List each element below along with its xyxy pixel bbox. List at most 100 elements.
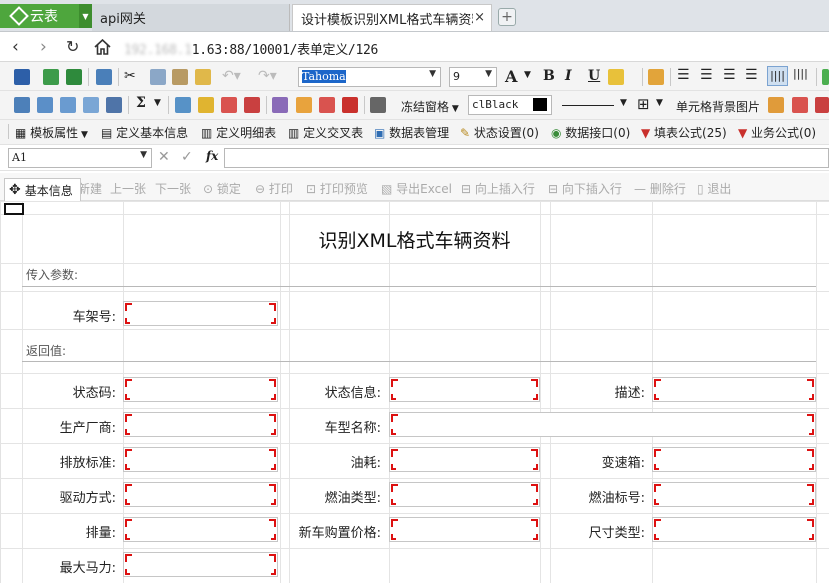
sum-icon[interactable]: Σ — [136, 95, 146, 111]
formula-input[interactable] — [224, 148, 829, 168]
define-cross-table-button[interactable]: ▥ 定义交叉表 — [288, 124, 363, 141]
copy-icon[interactable] — [150, 69, 166, 85]
chart-icon[interactable] — [296, 97, 312, 113]
new-car-price-input[interactable] — [389, 517, 540, 542]
align-left-icon[interactable]: ☰ — [677, 67, 690, 83]
forward-icon[interactable]: › — [40, 37, 47, 57]
font-color-icon[interactable]: A — [505, 67, 517, 86]
cut-icon[interactable]: ✂ — [124, 68, 136, 84]
freeze-panes-button[interactable]: 冻结窗格 ▼ — [401, 98, 459, 115]
chevron-down-icon[interactable]: ▼ — [154, 98, 161, 108]
barcode-icon[interactable]: |||| — [793, 67, 808, 80]
drive-type-input[interactable] — [123, 482, 278, 507]
image-icon[interactable] — [272, 97, 288, 113]
vin-input[interactable] — [123, 301, 278, 326]
clear-icon[interactable] — [221, 97, 237, 113]
prev-button[interactable]: 上一张 — [110, 180, 146, 197]
data-table-manage-button[interactable]: ▣ 数据表管理 — [374, 124, 449, 141]
template-props-button[interactable]: ▦ 模板属性 ▼ — [15, 124, 88, 141]
fuel-type-input[interactable] — [389, 482, 540, 507]
clear-bg-icon[interactable] — [792, 97, 808, 113]
chevron-down-icon[interactable]: ▼ — [79, 4, 92, 28]
tab-api-gateway[interactable]: api网关 — [92, 4, 290, 31]
selected-cell[interactable] — [4, 203, 24, 215]
fuel-consumption-input[interactable] — [389, 447, 540, 472]
align-right-icon[interactable]: ☰ — [723, 67, 736, 83]
merge-cells-icon[interactable] — [106, 97, 122, 113]
insert-row-below-button[interactable]: ⊟ 向下插入行 — [548, 180, 622, 197]
font-size-select[interactable]: 9 ▼ — [449, 67, 497, 87]
paste-icon[interactable] — [172, 69, 188, 85]
exit-design-icon[interactable] — [96, 69, 112, 85]
fill-formula-button[interactable]: ▼ 填表公式(25) — [641, 124, 727, 141]
special-icon[interactable] — [370, 97, 386, 113]
confirm-icon[interactable]: ✓ — [181, 149, 193, 165]
font-name-select[interactable]: Tahoma ▼ — [298, 67, 441, 87]
fuel-grade-input[interactable] — [652, 482, 816, 507]
delete-row-button[interactable]: — 删除行 — [634, 180, 686, 197]
more-icon[interactable] — [815, 97, 829, 113]
model-name-input[interactable] — [389, 412, 816, 437]
exit-button[interactable]: ▯ 退出 — [697, 180, 731, 197]
status-settings-button[interactable]: ✎ 状态设置(0) — [460, 124, 539, 141]
insert-icon[interactable] — [175, 97, 191, 113]
lock-icon[interactable] — [648, 69, 664, 85]
size-type-input[interactable] — [652, 517, 816, 542]
underline-icon[interactable]: U — [588, 68, 600, 84]
remove-icon[interactable] — [244, 97, 260, 113]
app-menu-button[interactable]: 云表 ▼ — [0, 4, 92, 28]
emission-input[interactable] — [123, 447, 278, 472]
data-interface-button[interactable]: ◉ 数据接口(0) — [551, 124, 630, 141]
redo-icon[interactable]: ↷▾ — [258, 68, 277, 84]
align-center-icon[interactable]: ☰ — [700, 67, 713, 83]
cell-reference-select[interactable]: A1 ▼ — [8, 148, 152, 168]
define-detail-table-button[interactable]: ▥ 定义明细表 — [201, 124, 276, 141]
status-code-input[interactable] — [123, 377, 278, 402]
gearbox-input[interactable] — [652, 447, 816, 472]
define-basic-info-button[interactable]: ▤ 定义基本信息 — [101, 124, 188, 141]
chevron-down-icon[interactable]: ▼ — [620, 98, 627, 108]
insert-row-above-button[interactable]: ⊟ 向上插入行 — [461, 180, 535, 197]
delete-icon[interactable] — [198, 97, 214, 113]
new-tab-button[interactable]: + — [498, 8, 516, 26]
insert-column-icon[interactable] — [60, 97, 76, 113]
border-icon[interactable]: ⊞ — [637, 95, 650, 113]
import-icon[interactable] — [43, 69, 59, 85]
back-icon[interactable]: ‹ — [12, 37, 19, 57]
max-horsepower-input[interactable] — [123, 552, 278, 577]
picture-icon[interactable] — [319, 97, 335, 113]
bold-icon[interactable]: B — [543, 68, 555, 84]
print-preview-button[interactable]: ⊡ 打印预览 — [306, 180, 368, 197]
export-icon[interactable] — [66, 69, 82, 85]
tab-design-template[interactable]: 设计模板识别XML格式车辆资料 × — [292, 4, 492, 31]
table-icon[interactable] — [14, 97, 30, 113]
undo-icon[interactable]: ↶▾ — [222, 68, 241, 84]
lock-button[interactable]: ⊙ 锁定 — [203, 180, 241, 197]
print-button[interactable]: ⊖ 打印 — [255, 180, 293, 197]
reload-icon[interactable]: ↻ — [66, 37, 79, 56]
new-button[interactable]: 新建 — [78, 180, 102, 197]
status-info-input[interactable] — [389, 377, 540, 402]
next-button[interactable]: 下一张 — [155, 180, 191, 197]
chevron-down-icon[interactable]: ▼ — [656, 98, 663, 108]
export-excel-button[interactable]: ▧ 导出Excel — [381, 180, 452, 197]
color-select[interactable]: clBlack — [468, 95, 552, 115]
displacement-input[interactable] — [123, 517, 278, 542]
save-icon[interactable] — [14, 69, 30, 85]
cancel-icon[interactable]: ✕ — [158, 149, 170, 165]
tab-basic-info[interactable]: ✥ 基本信息 — [4, 178, 81, 201]
bg-image-icon[interactable] — [768, 97, 784, 113]
cell-bg-image-button[interactable]: 单元格背景图片 — [676, 98, 760, 115]
fill-color-icon[interactable] — [608, 69, 624, 85]
distribute-icon[interactable]: |||| — [767, 66, 788, 86]
business-formula-button[interactable]: ▼ 业务公式(0) — [738, 124, 816, 141]
home-icon[interactable] — [94, 39, 111, 55]
manufacturer-input[interactable] — [123, 412, 278, 437]
line-style-icon[interactable] — [562, 105, 614, 106]
insert-row-icon[interactable] — [37, 97, 53, 113]
close-tab-icon[interactable]: × — [474, 10, 485, 25]
description-input[interactable] — [652, 377, 816, 402]
justify-icon[interactable]: ☰ — [745, 67, 758, 83]
url-field[interactable]: 192.168.11.63:88/10001/表单定义/126 — [124, 39, 378, 58]
italic-icon[interactable]: I — [565, 68, 572, 84]
